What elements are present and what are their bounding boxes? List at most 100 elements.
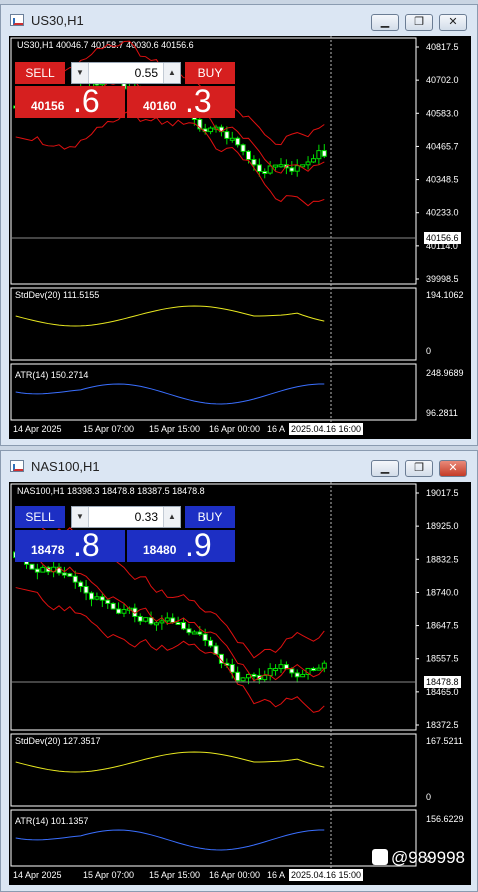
chart-window-icon [10, 460, 24, 472]
window-title: US30,H1 [31, 13, 84, 28]
time-axis-label: 15 Apr 07:00 [83, 424, 134, 434]
stddev-axis-bottom: 0 [426, 346, 431, 356]
atr-axis-top: 248.9689 [426, 368, 464, 378]
lot-size-value: 0.33 [134, 510, 158, 524]
price-axis-label: 18740.0 [426, 587, 459, 597]
price-axis-label: 40702.0 [426, 75, 459, 85]
buy-price-box[interactable]: 40160 .3 [127, 83, 235, 119]
restore-button[interactable]: ❐ [405, 460, 433, 477]
stddev-axis-top: 194.1062 [426, 290, 464, 300]
candle-body [40, 566, 46, 573]
bollinger-middle [15, 557, 325, 682]
time-axis-label: 14 Apr 2025 [13, 424, 62, 434]
chart-window-us30[interactable]: US30,H1 ▁ ❐ ✕ 40817.5 40702.0 40583.0 40465… [0, 4, 478, 446]
sell-price-box[interactable]: 40156 .6 [15, 83, 125, 119]
candle-body [229, 137, 235, 141]
stddev-label: StdDev(20) 111.5155 [15, 290, 99, 300]
atr-label: ATR(14) 150.2714 [15, 370, 88, 380]
sell-button[interactable]: SELL [15, 506, 65, 528]
price-axis-label: 18465.0 [426, 687, 459, 697]
candle-body [262, 674, 268, 681]
candle-body [110, 602, 116, 610]
time-axis-label: 16 A [267, 870, 285, 880]
lot-decrease-icon[interactable]: ▼ [72, 507, 89, 527]
candle-body [294, 165, 300, 172]
restore-button[interactable]: ❐ [405, 14, 433, 31]
lot-increase-icon[interactable]: ▲ [163, 507, 180, 527]
lot-size-field[interactable]: ▼ 0.55 ▲ [71, 62, 181, 84]
candle-body [191, 631, 197, 635]
atr-line [15, 383, 325, 405]
lot-increase-icon[interactable]: ▲ [163, 63, 180, 83]
candle-body [278, 664, 284, 670]
watermark: @989998 [372, 848, 465, 868]
buy-price-box[interactable]: 18480 .9 [127, 527, 235, 563]
price-axis-label: 18647.5 [426, 621, 459, 631]
price-chart[interactable]: 19017.5 18925.0 18832.5 18740.0 18647.5 18557… [9, 482, 471, 885]
candle-body [321, 150, 327, 157]
candle-body [89, 592, 94, 600]
sell-price-main: 18478 [31, 543, 65, 557]
candle-body [251, 159, 257, 166]
buy-button[interactable]: BUY [185, 62, 235, 84]
candle-body [72, 575, 78, 583]
price-axis-label: 40465.7 [426, 141, 459, 151]
atr-label: ATR(14) 101.1357 [15, 816, 88, 826]
window-title: NAS100,H1 [31, 459, 100, 474]
atr-axis-bottom: 96.2811 [426, 408, 458, 418]
time-cursor-label: 2025.04.16 15:00 [289, 869, 364, 881]
chart-window-nas100[interactable]: NAS100,H1 ▁ ❐ ✕ 19017.5 18925.0 18832.5 187… [0, 450, 478, 892]
time-axis-label: 14 Apr 2025 [13, 870, 62, 880]
bollinger-lower [15, 110, 325, 207]
one-click-trading-panel: SELL ▼ 0.33 ▲ BUY 18478 .8 18480 .9 [15, 502, 243, 563]
price-chart[interactable]: 40817.5 40702.0 40583.0 40465.7 40348.5 40233… [9, 36, 471, 439]
minimize-button[interactable]: ▁ [371, 14, 399, 31]
title-bar[interactable]: NAS100,H1 ▁ ❐ ✕ [1, 451, 477, 481]
price-axis-label: 18832.5 [426, 554, 459, 564]
price-axis-label: 19017.5 [426, 488, 459, 498]
candle-body [240, 677, 246, 682]
candle-body [175, 621, 181, 625]
candle-body [246, 150, 251, 161]
candle-body [267, 668, 273, 676]
candle-body [137, 615, 143, 622]
candle-body [310, 158, 316, 163]
candle-body [256, 164, 262, 172]
candle-body [240, 144, 246, 152]
candle-body [186, 628, 192, 634]
symbol-info-line: US30,H1 40046.7 40158.7 40030.6 40156.6 [17, 40, 194, 50]
candle-body [61, 572, 67, 576]
candle-body [121, 609, 127, 614]
close-button[interactable]: ✕ [439, 14, 467, 31]
minimize-button[interactable]: ▁ [371, 460, 399, 477]
candle-body [316, 150, 322, 160]
buy-button[interactable]: BUY [185, 506, 235, 528]
close-button[interactable]: ✕ [439, 460, 467, 477]
candle-body [94, 596, 100, 600]
candle-body [251, 673, 257, 677]
atr-axis-top: 156.6229 [426, 814, 464, 824]
candle-body [164, 617, 170, 622]
sell-button[interactable]: SELL [15, 62, 65, 84]
buy-price-pips: .9 [185, 527, 212, 563]
candle-body [143, 617, 149, 622]
buy-price-main: 18480 [143, 543, 177, 557]
lot-size-field[interactable]: ▼ 0.33 ▲ [71, 506, 181, 528]
sell-price-pips: .8 [73, 527, 100, 563]
chart-window-icon [10, 14, 24, 26]
buy-price-pips: .3 [185, 83, 212, 119]
candle-body [83, 585, 89, 594]
candle-body [29, 563, 35, 570]
title-bar[interactable]: US30,H1 ▁ ❐ ✕ [1, 5, 477, 35]
time-axis-label: 15 Apr 15:00 [149, 870, 200, 880]
sell-price-box[interactable]: 18478 .8 [15, 527, 125, 563]
candle-body [159, 620, 165, 624]
price-axis-label: 18557.5 [426, 654, 459, 664]
candle-body [305, 161, 311, 166]
time-axis-label: 16 A [267, 424, 285, 434]
lot-decrease-icon[interactable]: ▼ [72, 63, 89, 83]
price-axis-label: 40233.0 [426, 208, 459, 218]
candle-body [278, 164, 284, 168]
time-axis-label: 16 Apr 00:00 [209, 424, 260, 434]
lot-size-value: 0.55 [134, 66, 158, 80]
